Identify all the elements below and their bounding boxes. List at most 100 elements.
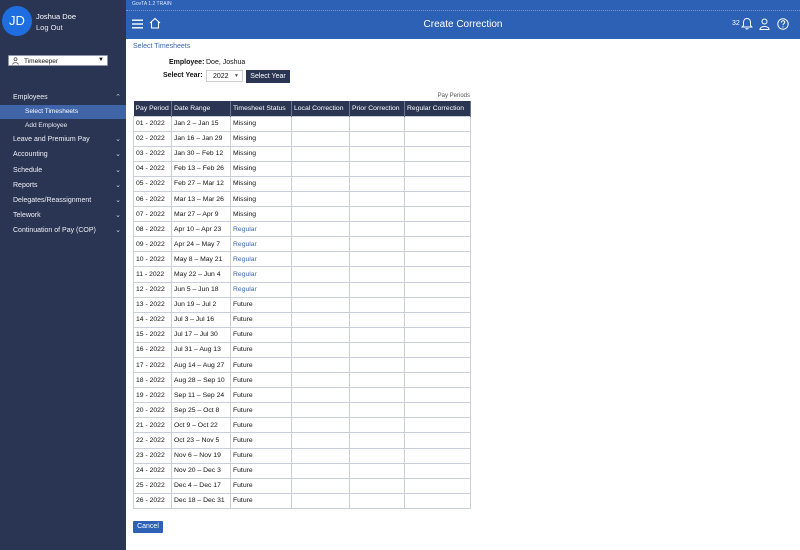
pay-period-cell: 13 - 2022 bbox=[133, 296, 172, 313]
local-correction-cell bbox=[291, 236, 350, 253]
regular-correction-cell bbox=[404, 296, 471, 313]
user-panel: JD Joshua Doe Log Out bbox=[0, 0, 126, 41]
sidebar-item-employees[interactable]: Employees ⌃ bbox=[0, 90, 126, 105]
local-correction-cell bbox=[291, 492, 350, 509]
sidebar-item-delegates[interactable]: Delegates/Reassignment ⌄ bbox=[0, 193, 126, 208]
date-range-cell: Dec 4 – Dec 17 bbox=[171, 477, 231, 494]
sidebar-item-leave[interactable]: Leave and Premium Pay ⌄ bbox=[0, 132, 126, 147]
local-correction-cell bbox=[291, 145, 350, 162]
pay-period-cell: 07 - 2022 bbox=[133, 206, 172, 223]
prior-correction-cell bbox=[349, 296, 405, 313]
cancel-button[interactable]: Cancel bbox=[133, 521, 163, 533]
sidebar-item-telework[interactable]: Telework ⌄ bbox=[0, 208, 126, 223]
table-row: 05 - 2022 Feb 27 – Mar 12 Missing bbox=[133, 175, 471, 192]
timesheet-status-cell: Future bbox=[230, 492, 292, 509]
sidebar-item-reports[interactable]: Reports ⌄ bbox=[0, 178, 126, 193]
timesheet-status-cell[interactable]: Regular bbox=[230, 236, 292, 253]
table-row: 19 - 2022 Sep 11 – Sep 24 Future bbox=[133, 387, 471, 404]
timesheet-status-cell: Missing bbox=[230, 175, 292, 192]
table-row: 13 - 2022 Jun 19 – Jul 2 Future bbox=[133, 296, 471, 313]
user-account-icon[interactable] bbox=[759, 18, 770, 30]
prior-correction-cell bbox=[349, 175, 405, 192]
sidebar-item-accounting[interactable]: Accounting ⌄ bbox=[0, 147, 126, 162]
local-correction-cell bbox=[291, 160, 350, 177]
sidebar-subitem-add-employee[interactable]: Add Employee bbox=[0, 119, 126, 133]
timesheet-status-cell[interactable]: Regular bbox=[230, 266, 292, 283]
timesheet-status-cell: Missing bbox=[230, 206, 292, 223]
date-range-cell: Oct 23 – Nov 5 bbox=[171, 432, 231, 449]
prior-correction-cell bbox=[349, 326, 405, 343]
pay-period-cell: 04 - 2022 bbox=[133, 160, 172, 177]
sidebar-subitem-select-timesheets[interactable]: Select Timesheets bbox=[0, 105, 126, 119]
timesheet-status-cell: Future bbox=[230, 402, 292, 419]
table-row: 03 - 2022 Jan 30 – Feb 12 Missing bbox=[133, 145, 471, 162]
pay-period-cell: 15 - 2022 bbox=[133, 326, 172, 343]
sidebar-item-label: Continuation of Pay (COP) bbox=[13, 227, 96, 235]
prior-correction-cell bbox=[349, 356, 405, 374]
timesheet-status-cell[interactable]: Regular bbox=[230, 281, 292, 298]
date-range-cell: Feb 27 – Mar 12 bbox=[171, 175, 231, 192]
timesheet-status-cell: Future bbox=[230, 341, 292, 359]
pay-period-cell: 17 - 2022 bbox=[133, 356, 172, 374]
avatar[interactable]: JD bbox=[2, 6, 32, 36]
regular-correction-cell bbox=[404, 477, 471, 494]
chevron-down-icon: ⌄ bbox=[115, 227, 121, 235]
regular-correction-cell bbox=[404, 447, 471, 464]
select-year-button[interactable]: Select Year bbox=[246, 70, 290, 83]
local-correction-cell bbox=[291, 296, 350, 313]
regular-correction-cell bbox=[404, 145, 471, 162]
date-range-cell: Oct 9 – Oct 22 bbox=[171, 417, 231, 434]
table-row: 08 - 2022 Apr 10 – Apr 23 Regular bbox=[133, 221, 471, 238]
sidebar-item-schedule[interactable]: Schedule ⌄ bbox=[0, 163, 126, 178]
pay-periods-label: Pay Periods bbox=[437, 93, 470, 99]
sidebar-item-cop[interactable]: Continuation of Pay (COP) ⌄ bbox=[0, 223, 126, 238]
timesheet-status-cell[interactable]: Regular bbox=[230, 221, 292, 238]
pay-period-cell: 21 - 2022 bbox=[133, 417, 172, 434]
prior-correction-cell bbox=[349, 341, 405, 359]
chevron-down-icon: ⌄ bbox=[115, 181, 121, 189]
timesheet-status-cell: Future bbox=[230, 417, 292, 434]
pay-period-cell: 14 - 2022 bbox=[133, 311, 172, 328]
date-range-cell: Jan 16 – Jan 29 bbox=[171, 130, 231, 147]
local-correction-cell bbox=[291, 115, 350, 132]
pay-period-cell: 22 - 2022 bbox=[133, 432, 172, 449]
chevron-down-icon: ⌄ bbox=[115, 151, 121, 159]
table-row: 14 - 2022 Jul 3 – Jul 16 Future bbox=[133, 311, 471, 328]
pay-period-cell: 18 - 2022 bbox=[133, 372, 172, 389]
prior-correction-cell bbox=[349, 402, 405, 419]
date-range-cell: Sep 25 – Oct 8 bbox=[171, 402, 231, 419]
column-header: Local Correction bbox=[291, 101, 350, 116]
regular-correction-cell bbox=[404, 160, 471, 177]
role-select[interactable]: Timekeeper ▼ bbox=[8, 55, 108, 66]
regular-correction-cell bbox=[404, 341, 471, 359]
table-row: 02 - 2022 Jan 16 – Jan 29 Missing bbox=[133, 130, 471, 147]
prior-correction-cell bbox=[349, 372, 405, 389]
timesheet-status-cell: Missing bbox=[230, 115, 292, 132]
chevron-down-icon: ▼ bbox=[234, 73, 239, 79]
timesheet-status-cell[interactable]: Regular bbox=[230, 251, 292, 268]
timesheet-status-cell: Future bbox=[230, 477, 292, 494]
date-range-cell: Jun 5 – Jun 18 bbox=[171, 281, 231, 298]
select-timesheets-heading[interactable]: Select Timesheets bbox=[133, 43, 190, 50]
year-select[interactable]: 2022 ▼ bbox=[206, 70, 243, 82]
table-row: 25 - 2022 Dec 4 – Dec 17 Future bbox=[133, 477, 471, 494]
pay-period-cell: 03 - 2022 bbox=[133, 145, 172, 162]
prior-correction-cell bbox=[349, 190, 405, 208]
bell-icon[interactable] bbox=[741, 17, 753, 30]
logout-link[interactable]: Log Out bbox=[36, 23, 63, 32]
date-range-cell: Mar 13 – Mar 26 bbox=[171, 190, 231, 208]
table-row: 12 - 2022 Jun 5 – Jun 18 Regular bbox=[133, 281, 471, 298]
year-label: Select Year: bbox=[163, 72, 203, 79]
table-row: 01 - 2022 Jan 2 – Jan 15 Missing bbox=[133, 115, 471, 132]
sidebar-item-label: Delegates/Reassignment bbox=[13, 196, 92, 204]
table-row: 16 - 2022 Jul 31 – Aug 13 Future bbox=[133, 341, 471, 359]
pay-period-cell: 05 - 2022 bbox=[133, 175, 172, 192]
pay-period-cell: 25 - 2022 bbox=[133, 477, 172, 494]
local-correction-cell bbox=[291, 447, 350, 464]
timesheet-status-cell: Future bbox=[230, 447, 292, 464]
help-icon[interactable] bbox=[777, 18, 789, 30]
column-header: Prior Correction bbox=[349, 101, 405, 116]
local-correction-cell bbox=[291, 266, 350, 283]
prior-correction-cell bbox=[349, 221, 405, 238]
regular-correction-cell bbox=[404, 417, 471, 434]
